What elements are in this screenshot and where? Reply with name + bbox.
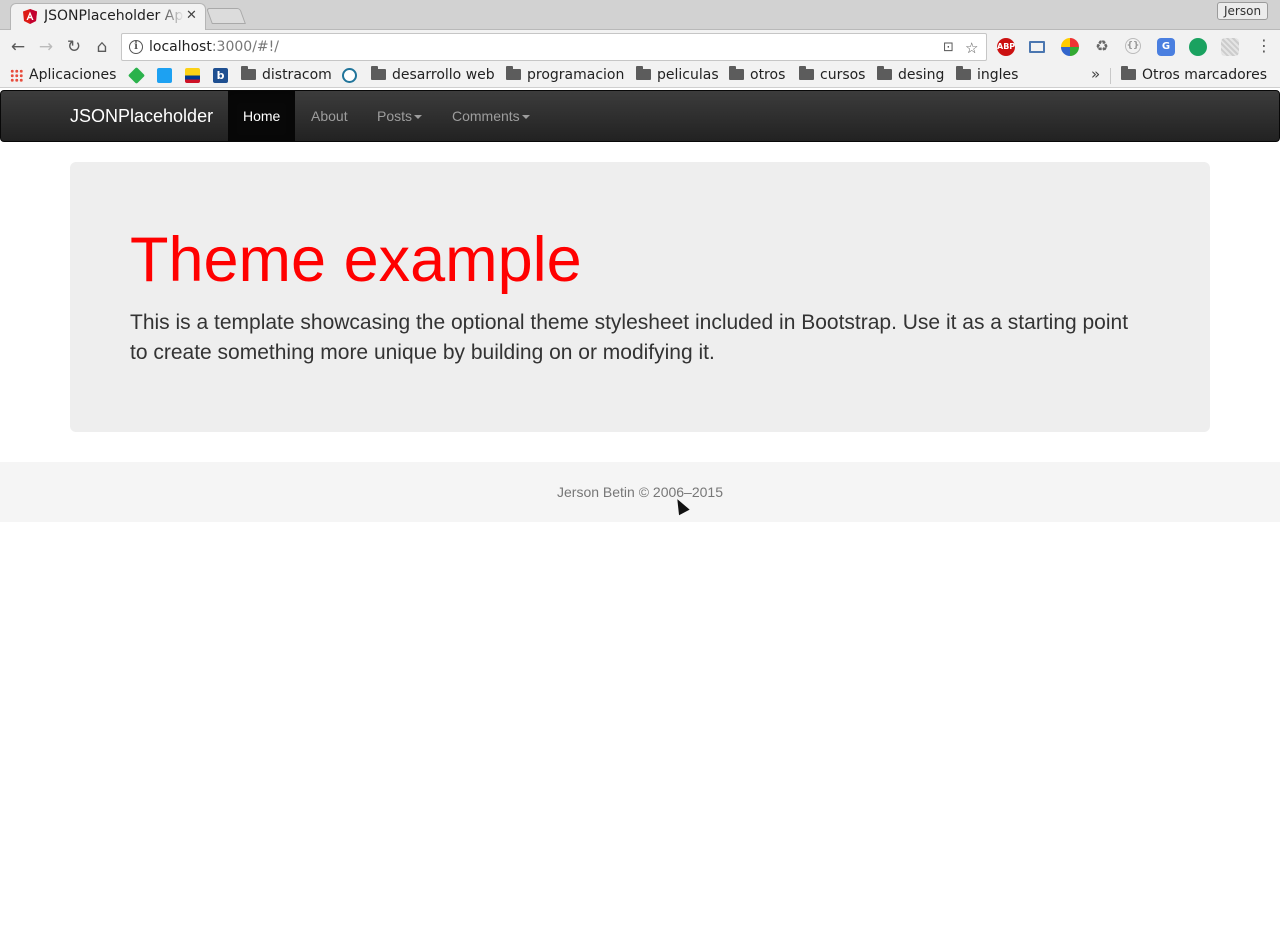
jumbotron: Theme example This is a template showcas… [70,162,1210,432]
web-page: JSONPlaceholder Home About Posts Comment… [0,89,1280,937]
bookmarks-bar: Aplicaciones b distracom desarrollo web … [0,63,1280,88]
caret-down-icon [521,115,530,120]
more-bookmarks-button[interactable]: » [1091,65,1100,83]
reload-icon[interactable]: ↻ [63,36,85,58]
nav-home[interactable]: Home [228,91,296,141]
site-navbar: JSONPlaceholder Home About Posts Comment… [0,90,1280,142]
translate-icon[interactable]: ⊡ [943,40,954,55]
folder-icon [241,65,256,80]
bookmark-cursos[interactable]: cursos [799,65,865,86]
browser-tab[interactable]: JSONPlaceholder App ✕ [10,3,206,30]
folder-icon [877,65,892,80]
nav-comments[interactable]: Comments [437,91,545,141]
json-icon[interactable]: {} [1125,38,1141,54]
folder-icon [799,65,814,80]
back-icon[interactable]: ← [7,36,29,58]
menu-icon[interactable]: ⋮ [1256,36,1272,55]
forward-icon[interactable]: → [35,36,57,58]
folder-icon [506,65,521,80]
screenshot-icon[interactable] [1029,41,1045,53]
colorpicker-icon[interactable] [1061,38,1079,56]
recycle-icon[interactable]: ♻ [1093,38,1111,56]
apps-icon [10,68,23,82]
browser-toolbar: ← → ↻ ⌂ i localhost:3000/#!/ ⊡ ☆ ABP ♻ {… [0,30,1280,63]
feedly-icon [128,66,145,84]
bookmark-wordpress[interactable] [342,66,357,86]
nav-about[interactable]: About [296,91,363,141]
new-tab-button[interactable] [206,8,246,24]
twitter-icon [157,67,172,83]
adblock-icon[interactable]: ABP [997,38,1015,56]
bookmarks-divider [1110,68,1111,84]
b-icon: b [213,67,228,83]
bookmark-programacion[interactable]: programacion [506,65,624,86]
bookmark-colombia[interactable] [185,66,200,86]
bookmark-desing[interactable]: desing [877,65,944,86]
folder-icon [371,65,386,80]
jumbotron-text: This is a template showcasing the option… [130,311,1129,364]
bookmark-b[interactable]: b [213,66,228,86]
home-icon[interactable]: ⌂ [91,36,113,58]
caret-down-icon [414,115,423,120]
bookmark-apps[interactable]: Aplicaciones [10,66,116,86]
bookmark-other[interactable]: Otros marcadores [1121,65,1267,86]
folder-icon [956,65,971,80]
extension-icon[interactable] [1221,38,1239,56]
folder-icon [729,65,744,80]
bookmark-peliculas[interactable]: peliculas [636,65,719,86]
google-translate-icon[interactable]: G [1157,38,1175,56]
bookmark-desarrollo-web[interactable]: desarrollo web [371,65,495,86]
url-text: localhost:3000/#!/ [149,39,279,55]
folder-icon [636,65,651,80]
bookmark-otros[interactable]: otros [729,65,785,86]
page-title: Theme example [130,225,582,295]
wordpress-icon [342,67,357,83]
info-icon[interactable]: i [129,40,143,54]
evernote-icon[interactable] [1189,38,1207,56]
nav-posts[interactable]: Posts [362,91,437,141]
bookmark-ingles[interactable]: ingles [956,65,1018,86]
footer-text: Jerson Betin © 2006–2015 [557,484,723,500]
colombia-flag-icon [185,67,200,83]
bookmark-distracom[interactable]: distracom [241,65,332,86]
site-footer: Jerson Betin © 2006–2015 [0,462,1280,522]
bookmark-feedly[interactable] [128,66,145,86]
close-tab-icon[interactable]: ✕ [186,8,197,23]
star-icon[interactable]: ☆ [965,39,978,57]
angular-icon [23,9,37,24]
bookmark-twitter[interactable] [157,66,172,86]
address-bar[interactable]: i localhost:3000/#!/ ⊡ ☆ [121,33,987,61]
navbar-brand[interactable]: JSONPlaceholder [70,106,213,127]
browser-tabstrip: JSONPlaceholder App ✕ Jerson [0,0,1280,30]
tab-title: JSONPlaceholder App [44,8,184,24]
profile-button[interactable]: Jerson [1217,2,1269,20]
folder-icon [1121,65,1136,80]
